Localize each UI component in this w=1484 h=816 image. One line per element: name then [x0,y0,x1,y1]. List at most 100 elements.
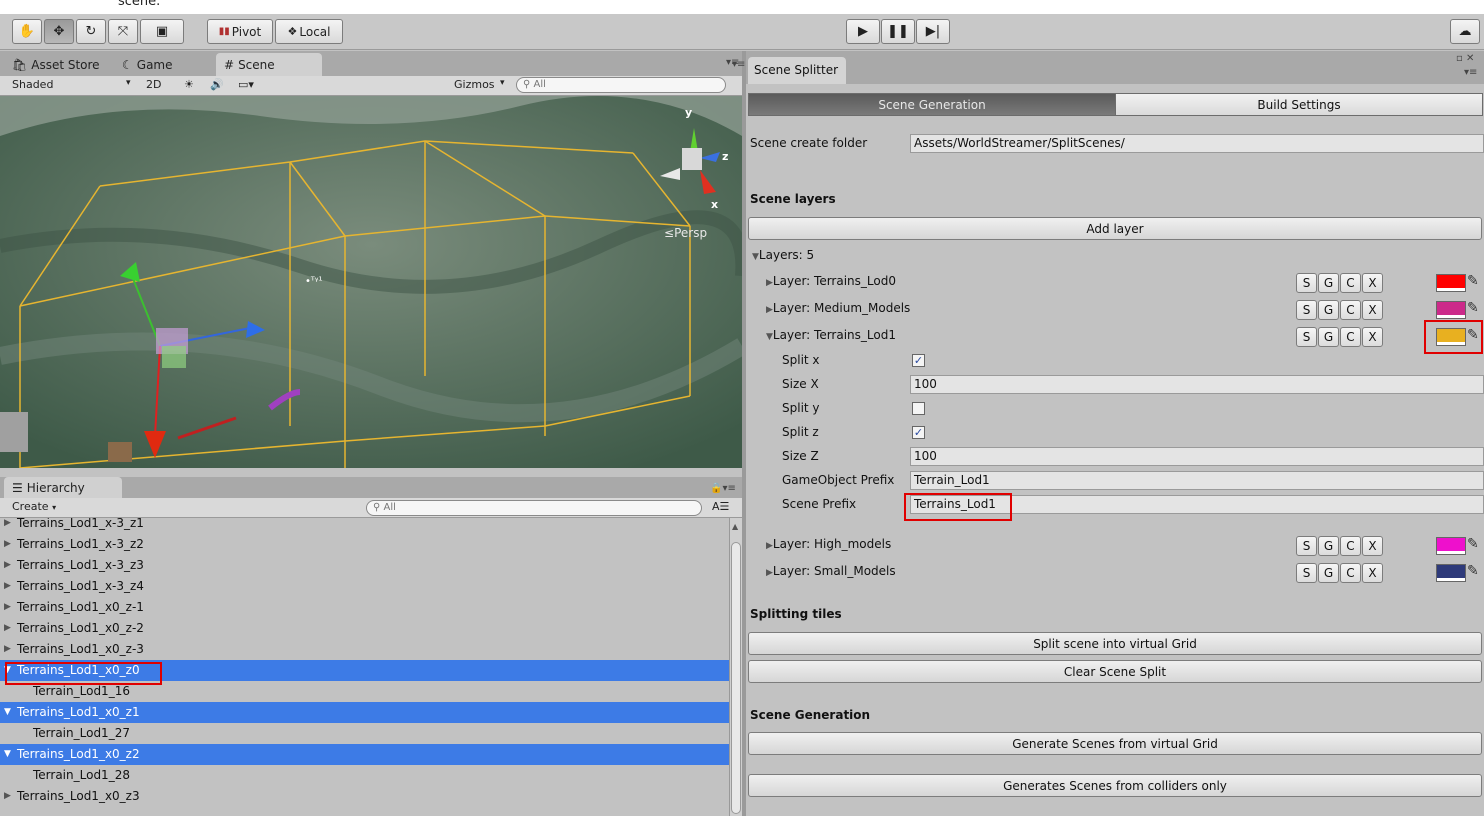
layer-c-button[interactable]: C [1340,300,1361,320]
step-button[interactable]: ▶| [916,19,950,44]
layer-s-button[interactable]: S [1296,563,1317,583]
split-x-checkbox[interactable]: ✓ [912,354,925,367]
hierarchy-search-input[interactable]: ⚲ All [366,500,702,516]
layer-s-button[interactable]: S [1296,536,1317,556]
tab-menu-icon[interactable]: ▾≡ [732,59,745,70]
layer-x-button[interactable]: X [1362,563,1383,583]
lighting-icon[interactable]: ☀ [184,78,194,91]
cloud-button[interactable]: ☁ [1450,19,1480,44]
collapsed-arrow-icon[interactable]: ▶ [4,518,11,534]
hierarchy-row[interactable]: ▶ Terrains_Lod1_x-3_z2 [0,534,729,555]
layer-color-swatch[interactable] [1436,274,1466,292]
scroll-thumb[interactable] [731,542,741,814]
hierarchy-row[interactable]: Terrain_Lod1_27 [0,723,729,744]
hierarchy-row[interactable]: Terrain_Lod1_28 [0,765,729,786]
collapsed-arrow-icon[interactable]: ▶ [4,786,11,807]
scale-tool-button[interactable]: ⤧ [108,19,138,44]
hierarchy-row[interactable]: ▼ Terrains_Lod1_x0_z2 [0,744,729,765]
collapsed-arrow-icon[interactable]: ▶ [4,576,11,597]
pivot-button[interactable]: ▮▮ Pivot [207,19,273,44]
scene-search-input[interactable]: ⚲ All [516,77,726,93]
tab-game[interactable]: ☾ Game [114,53,181,77]
layer-g-button[interactable]: G [1318,536,1339,556]
layer-g-button[interactable]: G [1318,300,1339,320]
play-button[interactable]: ▶ [846,19,880,44]
shading-dropdown[interactable]: Shaded [12,78,53,91]
collapsed-arrow-icon[interactable]: ▶ [4,555,11,576]
eyedropper-icon[interactable]: ✎ [1467,536,1479,552]
audio-icon[interactable]: 🔊 [210,78,224,91]
move-tool-button[interactable]: ✥ [44,19,74,44]
layer-color-swatch[interactable] [1436,537,1466,555]
folder-field[interactable]: Assets/WorldStreamer/SplitScenes/ [910,134,1484,153]
eyedropper-icon[interactable]: ✎ [1467,563,1479,579]
hierarchy-row[interactable]: ▶ Terrains_Lod1_x-3_z3 [0,555,729,576]
eyedropper-icon[interactable]: ✎ [1467,273,1479,289]
generate-colliders-button[interactable]: Generates Scenes from colliders only [748,774,1482,797]
hierarchy-row[interactable]: ▶ Terrains_Lod1_x0_z-3 [0,639,729,660]
layer-c-button[interactable]: C [1340,273,1361,293]
size-x-field[interactable]: 100 [910,375,1484,394]
tab-scene-generation[interactable]: Scene Generation [748,93,1116,116]
layer-x-button[interactable]: X [1362,536,1383,556]
hierarchy-row[interactable]: ▶ Terrains_Lod1_x-3_z4 [0,576,729,597]
collapsed-arrow-icon[interactable]: ▶ [4,534,11,555]
tab-asset-store[interactable]: 🛍 Asset Store [4,53,108,77]
layer-x-button[interactable]: X [1362,273,1383,293]
layer-color-swatch[interactable] [1436,564,1466,582]
split-z-checkbox[interactable]: ✓ [912,426,925,439]
tab-scene-splitter[interactable]: Scene Splitter [748,57,846,84]
layer-foldout[interactable]: ▶Layer: Terrains_Lod0 [766,274,896,288]
layer-s-button[interactable]: S [1296,273,1317,293]
mode-2d-toggle[interactable]: 2D [146,78,161,91]
clear-split-button[interactable]: Clear Scene Split [748,660,1482,683]
panel-menu-icon[interactable]: ▾≡ [1464,67,1477,78]
local-button[interactable]: ❖ Local [275,19,343,44]
lock-menu-icon[interactable]: 🔒▾≡ [710,483,736,494]
hierarchy-row[interactable]: ▶ Terrains_Lod1_x0_z-1 [0,597,729,618]
close-icon[interactable]: ▫ ✕ [1456,53,1474,64]
split-y-checkbox[interactable] [912,402,925,415]
expanded-arrow-icon[interactable]: ▼ [4,744,11,765]
scroll-up-icon[interactable]: ▲ [732,522,738,531]
generate-grid-button[interactable]: Generate Scenes from virtual Grid [748,732,1482,755]
layer-x-button[interactable]: X [1362,300,1383,320]
scene-viewport[interactable]: •ᵀᵞ¹ y z x ≤Persp [0,96,742,468]
add-layer-button[interactable]: Add layer [748,217,1482,240]
eyedropper-icon[interactable]: ✎ [1467,300,1479,316]
rect-tool-button[interactable]: ▣ [140,19,184,44]
tab-build-settings[interactable]: Build Settings [1115,93,1483,116]
layer-g-button[interactable]: G [1318,273,1339,293]
layers-foldout[interactable]: ▼Layers: 5 [752,248,814,262]
layer-s-button[interactable]: S [1296,327,1317,347]
tab-hierarchy[interactable]: ☰ Hierarchy [4,477,122,499]
collapsed-arrow-icon[interactable]: ▶ [4,597,11,618]
layer-g-button[interactable]: G [1318,327,1339,347]
go-prefix-field[interactable]: Terrain_Lod1 [910,471,1484,490]
hierarchy-row[interactable]: ▶ Terrains_Lod1_x0_z3 [0,786,729,807]
collapsed-arrow-icon[interactable]: ▶ [4,618,11,639]
layer-c-button[interactable]: C [1340,327,1361,347]
split-grid-button[interactable]: Split scene into virtual Grid [748,632,1482,655]
hierarchy-row[interactable]: ▶ Terrains_Lod1_x-3_z1 [0,518,729,534]
create-dropdown[interactable]: Create ▾ [12,500,56,513]
layer-g-button[interactable]: G [1318,563,1339,583]
hierarchy-row[interactable]: ▼ Terrains_Lod1_x0_z1 [0,702,729,723]
layer-c-button[interactable]: C [1340,563,1361,583]
layer-c-button[interactable]: C [1340,536,1361,556]
layer-foldout[interactable]: ▶Layer: Medium_Models [766,301,910,315]
rotate-tool-button[interactable]: ↻ [76,19,106,44]
collapsed-arrow-icon[interactable]: ▶ [4,639,11,660]
layer-s-button[interactable]: S [1296,300,1317,320]
hierarchy-scrollbar[interactable]: ▲ [729,518,742,816]
layer-foldout[interactable]: ▶Layer: Small_Models [766,564,896,578]
size-z-field[interactable]: 100 [910,447,1484,466]
tab-scene[interactable]: # Scene [216,53,322,77]
layer-color-swatch[interactable] [1436,301,1466,319]
filter-icon[interactable]: A☰ [712,500,729,513]
pause-button[interactable]: ❚❚ [881,19,915,44]
layer-foldout[interactable]: ▼Layer: Terrains_Lod1 [766,328,896,342]
expanded-arrow-icon[interactable]: ▼ [4,702,11,723]
layer-foldout[interactable]: ▶Layer: High_models [766,537,891,551]
hierarchy-row[interactable]: ▶ Terrains_Lod1_x0_z-2 [0,618,729,639]
